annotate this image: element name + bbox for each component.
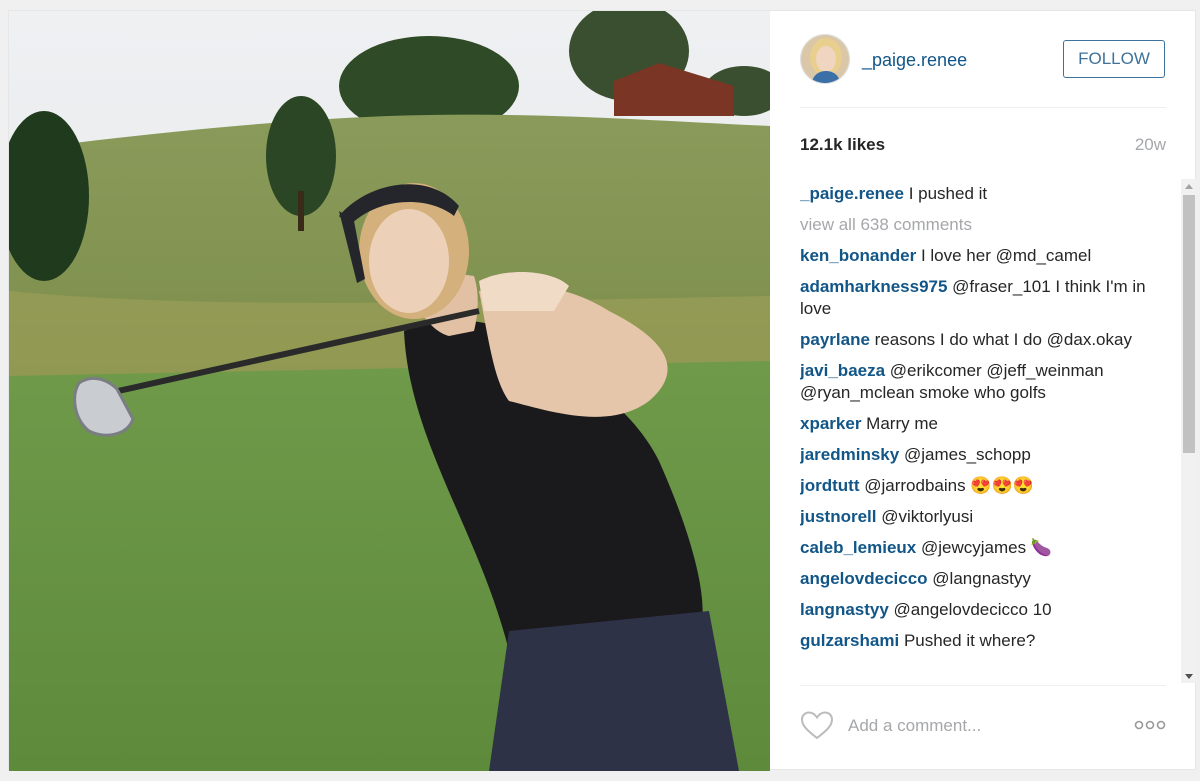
post-age[interactable]: 20w: [1135, 135, 1166, 155]
comment-item: javi_baeza @erikcomer @jeff_weinman @rya…: [800, 360, 1166, 404]
comment-text: Marry me: [866, 414, 938, 433]
add-comment-input[interactable]: [848, 712, 1118, 740]
scroll-up-arrow-icon[interactable]: [1181, 179, 1197, 193]
comment-user[interactable]: angelovdecicco: [800, 569, 928, 588]
comment-user[interactable]: adamharkness975: [800, 277, 947, 296]
post-photo[interactable]: [9, 11, 770, 771]
comment-user[interactable]: jordtutt: [800, 476, 859, 495]
comments-list: _paige.renee I pushed it view all 638 co…: [800, 183, 1166, 683]
instagram-post: _paige.renee FOLLOW 12.1k likes 20w _pai…: [8, 10, 1197, 771]
post-details-panel: _paige.renee FOLLOW 12.1k likes 20w _pai…: [770, 11, 1197, 771]
post-header: _paige.renee FOLLOW: [800, 34, 1166, 96]
comment-item: adamharkness975 @fraser_101 I think I'm …: [800, 276, 1166, 320]
comment-item: justnorell @viktorlyusi: [800, 506, 1166, 528]
comment-text: @jarrodbains 😍😍😍: [864, 476, 1034, 495]
comment-user[interactable]: caleb_lemieux: [800, 538, 916, 557]
comment-user[interactable]: gulzarshami: [800, 631, 899, 650]
comment-user[interactable]: jaredminsky: [800, 445, 899, 464]
heart-icon[interactable]: [800, 710, 834, 740]
comment-text: @viktorlyusi: [881, 507, 974, 526]
comments-scrollbar[interactable]: [1181, 179, 1197, 683]
caption: _paige.renee I pushed it: [800, 183, 1166, 205]
comment-item: langnastyy @angelovdecicco 10: [800, 599, 1166, 621]
comment-item: caleb_lemieux @jewcyjames 🍆: [800, 537, 1166, 559]
comment-item: ken_bonander I love her @md_camel: [800, 245, 1166, 267]
comment-user[interactable]: javi_baeza: [800, 361, 885, 380]
avatar[interactable]: [800, 34, 850, 84]
comment-item: jordtutt @jarrodbains 😍😍😍: [800, 475, 1166, 497]
avatar-image: [801, 35, 849, 83]
comment-user[interactable]: ken_bonander: [800, 246, 916, 265]
likes-count[interactable]: 12.1k likes: [800, 135, 885, 155]
scrollbar-thumb[interactable]: [1183, 195, 1195, 453]
comment-item: payrlane reasons I do what I do @dax.oka…: [800, 329, 1166, 351]
post-meta: 12.1k likes 20w: [800, 135, 1166, 159]
comment-item: xparker Marry me: [800, 413, 1166, 435]
scroll-down-arrow-icon[interactable]: [1181, 669, 1197, 683]
comment-item: gulzarshami Pushed it where?: [800, 630, 1166, 652]
comment-text: @jewcyjames 🍆: [920, 538, 1052, 557]
comment-item: angelovdecicco @langnastyy: [800, 568, 1166, 590]
view-all-comments-link[interactable]: view all 638 comments: [800, 214, 1166, 236]
more-options-icon[interactable]: [1134, 718, 1166, 732]
post-actions: [800, 708, 1166, 748]
comment-text: @james_schopp: [903, 445, 1031, 464]
comment-user[interactable]: justnorell: [800, 507, 877, 526]
comment-text: I love her @md_camel: [920, 246, 1092, 265]
golfer-photo: [9, 11, 770, 771]
actions-divider: [800, 685, 1166, 686]
caption-text: I pushed it: [908, 184, 988, 203]
comment-user[interactable]: payrlane: [800, 330, 870, 349]
header-divider: [800, 107, 1166, 108]
comment-text: reasons I do what I do @dax.okay: [874, 330, 1132, 349]
caption-user[interactable]: _paige.renee: [800, 184, 904, 203]
comment-user[interactable]: langnastyy: [800, 600, 889, 619]
post-username[interactable]: _paige.renee: [862, 50, 967, 71]
comment-text: @langnastyy: [932, 569, 1031, 588]
comment-user[interactable]: xparker: [800, 414, 861, 433]
comment-text: Pushed it where?: [903, 631, 1036, 650]
comment-item: jaredminsky @james_schopp: [800, 444, 1166, 466]
comment-text: @angelovdecicco 10: [893, 600, 1052, 619]
follow-button[interactable]: FOLLOW: [1063, 40, 1165, 78]
